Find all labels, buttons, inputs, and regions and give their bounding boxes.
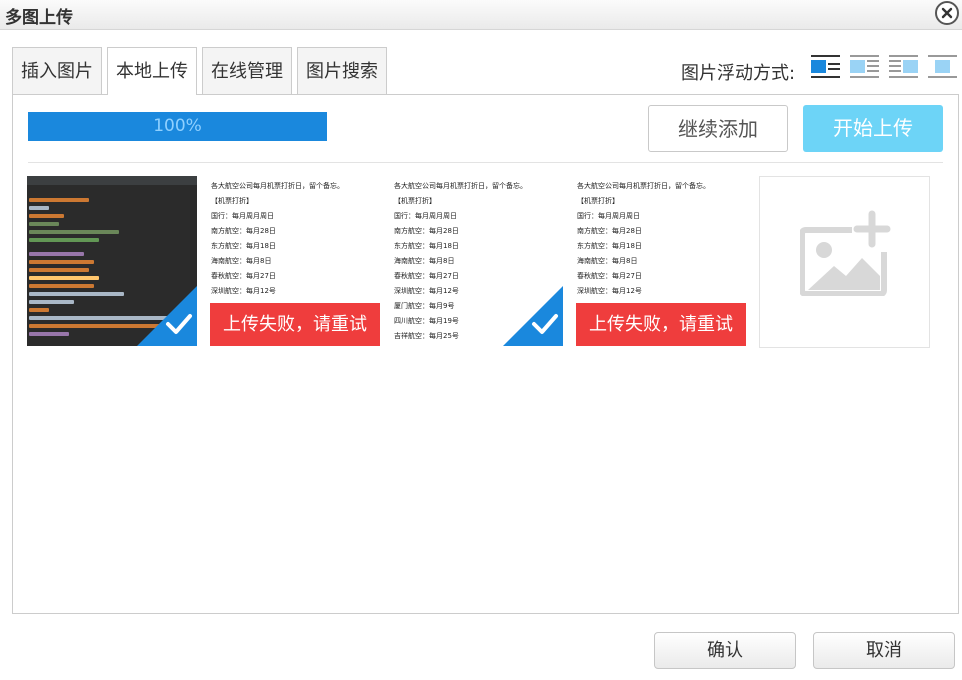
doc-text-line: 深圳航空：每月12号 xyxy=(577,287,642,295)
code-line xyxy=(29,230,119,234)
code-line xyxy=(29,252,84,256)
upload-failed-message[interactable]: 上传失败，请重试 xyxy=(210,303,380,346)
doc-text-line: 各大航空公司每月机票打折日，留个备忘。 xyxy=(211,182,344,190)
upload-thumbnail[interactable]: 各大航空公司每月机票打折日，留个备忘。 【机票打折】 国行：每月周月周日 南方航… xyxy=(576,176,746,346)
doc-text-line: 南方航空：每月28日 xyxy=(394,227,459,235)
cancel-button[interactable]: 取消 xyxy=(813,632,955,669)
float-mode-label: 图片浮动方式: xyxy=(681,63,796,84)
upload-thumbnail[interactable]: 各大航空公司每月机票打折日，留个备忘。 【机票打折】 国行：每月周月周日 南方航… xyxy=(210,176,380,346)
code-line xyxy=(29,292,124,296)
add-image-tile[interactable] xyxy=(759,176,930,348)
upload-failed-message[interactable]: 上传失败，请重试 xyxy=(576,303,746,346)
doc-text-line: 国行：每月周月周日 xyxy=(577,212,640,220)
doc-text-line: 吉祥航空：每月25号 xyxy=(394,332,459,340)
close-icon xyxy=(941,7,953,19)
multi-image-upload-dialog: 多图上传 插入图片 本地上传 在线管理 图片搜索 图片浮动方式: 100% 继续… xyxy=(0,0,962,680)
divider xyxy=(28,162,943,163)
float-left-icon[interactable] xyxy=(850,55,879,81)
float-none-icon[interactable] xyxy=(811,55,840,81)
upload-panel xyxy=(12,94,959,614)
confirm-button[interactable]: 确认 xyxy=(654,632,796,669)
doc-text-line: 深圳航空：每月12号 xyxy=(211,287,276,295)
tab-local-upload[interactable]: 本地上传 xyxy=(107,47,197,95)
code-line xyxy=(29,308,49,312)
code-line xyxy=(29,268,89,272)
doc-text-line: 海南航空：每月8日 xyxy=(577,257,638,265)
code-line xyxy=(29,300,74,304)
upload-progress-bar: 100% xyxy=(28,112,327,141)
upload-thumbnail[interactable]: 各大航空公司每月机票打折日，留个备忘。 【机票打折】 国行：每月周月周日 南方航… xyxy=(393,176,563,346)
doc-text-line: 海南航空：每月8日 xyxy=(394,257,455,265)
tab-bar: 插入图片 本地上传 在线管理 图片搜索 xyxy=(12,47,392,95)
upload-success-check-icon xyxy=(503,286,563,346)
code-tab-bar xyxy=(27,176,197,185)
doc-text-line: 南方航空：每月28日 xyxy=(577,227,642,235)
code-line xyxy=(29,238,99,242)
title-bar: 多图上传 xyxy=(0,0,962,30)
doc-text-line: 春秋航空：每月27日 xyxy=(394,272,459,280)
code-line xyxy=(29,198,89,202)
float-right-icon[interactable] xyxy=(889,55,918,81)
doc-text-line: 东方航空：每月18日 xyxy=(394,242,459,250)
code-line xyxy=(29,332,69,336)
continue-add-button[interactable]: 继续添加 xyxy=(648,105,788,152)
doc-text-line: 【机票打折】 xyxy=(394,197,436,205)
tab-insert-image[interactable]: 插入图片 xyxy=(12,47,102,94)
tab-image-search[interactable]: 图片搜索 xyxy=(297,47,387,94)
tab-online-manage[interactable]: 在线管理 xyxy=(202,47,292,94)
upload-thumbnail[interactable] xyxy=(27,176,197,346)
float-center-icon[interactable] xyxy=(928,55,957,81)
doc-text-line: 各大航空公司每月机票打折日，留个备忘。 xyxy=(577,182,710,190)
add-image-icon xyxy=(800,210,891,296)
doc-text-line: 国行：每月周月周日 xyxy=(211,212,274,220)
doc-text-line: 【机票打折】 xyxy=(577,197,619,205)
code-line xyxy=(29,222,59,226)
doc-text-line: 南方航空：每月28日 xyxy=(211,227,276,235)
doc-text-line: 四川航空：每月19号 xyxy=(394,317,459,325)
code-line xyxy=(29,260,94,264)
doc-text-line: 各大航空公司每月机票打折日，留个备忘。 xyxy=(394,182,527,190)
doc-text-line: 深圳航空：每月12号 xyxy=(394,287,459,295)
doc-text-line: 东方航空：每月18日 xyxy=(211,242,276,250)
doc-text-line: 海南航空：每月8日 xyxy=(211,257,272,265)
doc-text-line: 厦门航空：每月9号 xyxy=(394,302,455,310)
start-upload-button[interactable]: 开始上传 xyxy=(803,105,943,152)
doc-text-line: 春秋航空：每月27日 xyxy=(211,272,276,280)
code-line xyxy=(29,276,99,280)
close-button[interactable] xyxy=(935,1,959,25)
code-line xyxy=(29,206,49,210)
doc-text-line: 【机票打折】 xyxy=(211,197,253,205)
dialog-title: 多图上传 xyxy=(5,8,73,28)
doc-text-line: 春秋航空：每月27日 xyxy=(577,272,642,280)
code-line xyxy=(29,284,94,288)
code-line xyxy=(29,214,64,218)
float-mode-options xyxy=(811,55,957,81)
doc-text-line: 国行：每月周月周日 xyxy=(394,212,457,220)
upload-success-check-icon xyxy=(137,286,197,346)
doc-text-line: 东方航空：每月18日 xyxy=(577,242,642,250)
